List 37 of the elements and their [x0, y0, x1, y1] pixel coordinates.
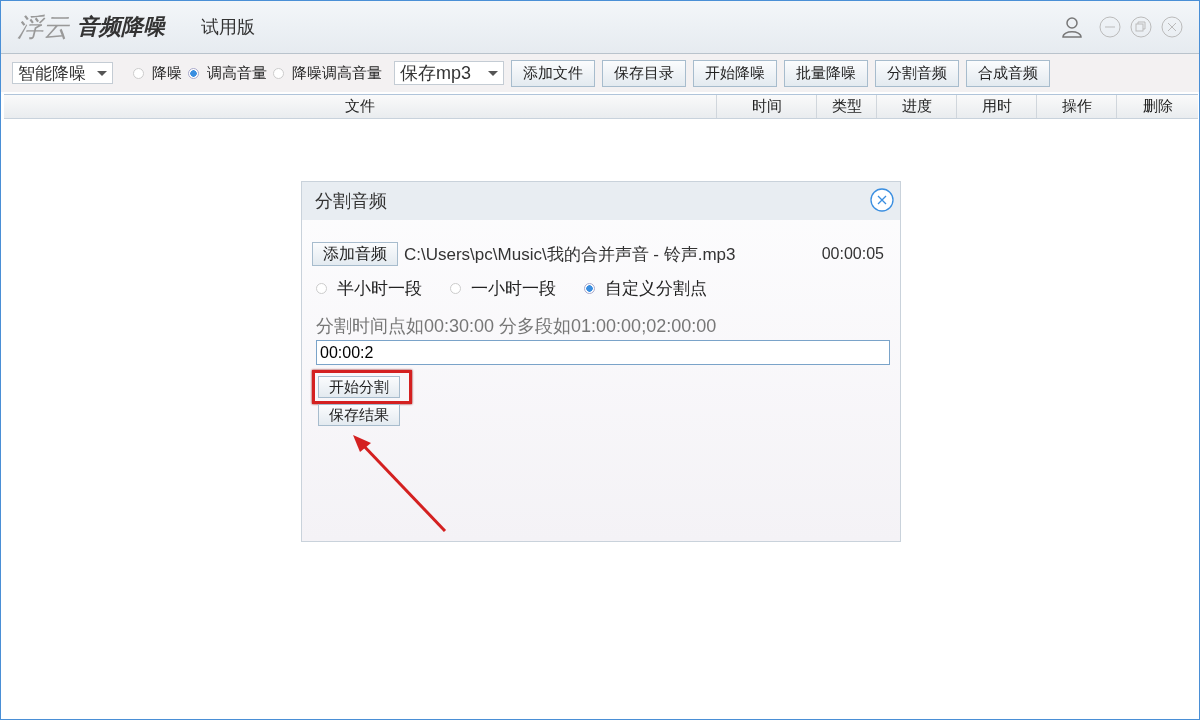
- hint-text: 分割时间点如00:30:00 分多段如01:00:00;02:00:00: [315, 315, 718, 338]
- app-title: 音频降噪: [77, 13, 165, 41]
- toolbar-button[interactable]: 开始降噪: [693, 59, 777, 87]
- toolbar-button[interactable]: 批量降噪: [784, 59, 868, 87]
- column-header[interactable]: 删除: [1117, 95, 1198, 118]
- column-header[interactable]: 操作: [1037, 95, 1117, 118]
- close-icon[interactable]: [1161, 16, 1183, 38]
- add-audio-button[interactable]: 添加音频: [312, 242, 398, 266]
- close-icon[interactable]: [870, 188, 896, 214]
- radio-option[interactable]: 半小时一段: [316, 277, 422, 300]
- toolbar-button[interactable]: 合成音频: [966, 59, 1050, 87]
- radio-option[interactable]: 降噪: [133, 63, 182, 83]
- column-header[interactable]: 进度: [877, 95, 957, 118]
- format-dropdown[interactable]: 保存mp3: [394, 61, 504, 85]
- logo-text: 浮云: [17, 10, 69, 44]
- minimize-icon[interactable]: [1099, 16, 1121, 38]
- restore-icon[interactable]: [1130, 16, 1152, 38]
- file-path: C:\Users\pc\Music\我的合并声音 - 铃声.mp3: [404, 243, 736, 266]
- edition-label: 试用版: [201, 16, 255, 39]
- dialog-title: 分割音频: [315, 190, 387, 213]
- dialog-button[interactable]: 保存结果: [318, 404, 400, 426]
- split-points-field[interactable]: 00:00:2: [316, 340, 890, 365]
- radio-option[interactable]: 自定义分割点: [584, 277, 707, 300]
- toolbar-button[interactable]: 分割音频: [875, 59, 959, 87]
- user-icon[interactable]: [1060, 15, 1084, 39]
- radio-option[interactable]: 调高音量: [188, 63, 267, 83]
- column-header[interactable]: 文件: [4, 95, 717, 118]
- duration: 00:00:05: [821, 245, 884, 263]
- toolbar-button[interactable]: 保存目录: [602, 59, 686, 87]
- column-header[interactable]: 用时: [957, 95, 1037, 118]
- mode-dropdown[interactable]: 智能降噪: [12, 62, 113, 84]
- column-header[interactable]: 时间: [717, 95, 817, 118]
- radio-option[interactable]: 降噪调高音量: [273, 63, 382, 83]
- radio-option[interactable]: 一小时一段: [450, 277, 556, 300]
- dialog-button[interactable]: 开始分割: [318, 376, 400, 398]
- column-header[interactable]: 类型: [817, 95, 877, 118]
- toolbar-button[interactable]: 添加文件: [511, 59, 595, 87]
